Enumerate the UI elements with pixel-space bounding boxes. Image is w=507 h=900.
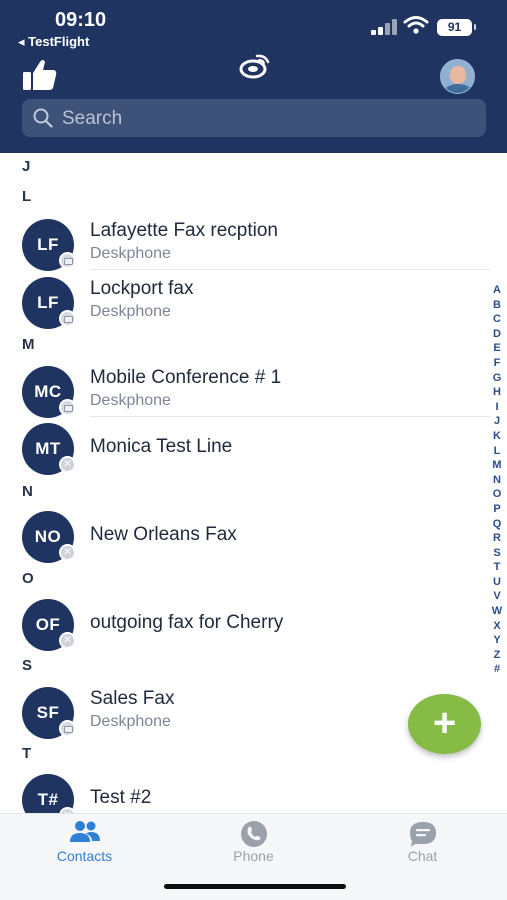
alpha-index-letter[interactable]: E: [488, 341, 506, 356]
section-header-t: T: [22, 745, 32, 762]
unavailable-badge-icon: ✕: [59, 632, 76, 649]
contact-subtitle: Deskphone: [90, 245, 171, 262]
deskphone-badge-icon: [59, 399, 76, 416]
home-indicator: [164, 884, 346, 889]
search-input[interactable]: Search: [22, 99, 486, 137]
contact-name: Lockport fax: [90, 278, 194, 299]
row-divider: [90, 269, 490, 270]
alpha-index-letter[interactable]: Q: [488, 517, 506, 532]
search-icon: [33, 108, 53, 128]
status-time: 09:10: [55, 9, 107, 31]
alpha-index-letter[interactable]: #: [488, 662, 506, 677]
wifi-icon: [403, 16, 429, 34]
contact-row[interactable]: LF Lockport fax Deskphone: [0, 273, 480, 333]
tab-contacts[interactable]: Contacts: [0, 814, 169, 874]
back-to-testflight-link[interactable]: ◂ TestFlight: [18, 34, 89, 50]
alpha-index-letter[interactable]: I: [488, 400, 506, 415]
section-header-o: O: [22, 570, 34, 587]
tab-label: Phone: [233, 848, 274, 864]
tab-phone[interactable]: Phone: [169, 814, 338, 874]
deskphone-badge-icon: [59, 252, 76, 269]
contact-row[interactable]: LF Lafayette Fax recption Deskphone: [0, 215, 480, 275]
alpha-index-letter[interactable]: U: [488, 575, 506, 590]
thumbs-up-icon[interactable]: [22, 58, 58, 92]
alpha-index-letter[interactable]: C: [488, 312, 506, 327]
contact-name: Sales Fax: [90, 688, 175, 709]
contact-name: outgoing fax for Cherry: [90, 612, 284, 633]
alpha-index-letter[interactable]: J: [488, 414, 506, 429]
section-header-n: N: [22, 483, 33, 500]
alpha-index-letter[interactable]: D: [488, 327, 506, 342]
alpha-index-letter[interactable]: S: [488, 546, 506, 561]
search-placeholder: Search: [62, 108, 123, 129]
contact-name: New Orleans Fax: [90, 524, 237, 545]
alpha-index-letter[interactable]: Y: [488, 633, 506, 648]
tab-chat[interactable]: Chat: [338, 814, 507, 874]
user-avatar[interactable]: [440, 59, 475, 94]
alpha-index-letter[interactable]: L: [488, 444, 506, 459]
add-contact-button[interactable]: +: [408, 694, 481, 754]
row-divider: [90, 416, 490, 417]
alpha-index-letter[interactable]: Z: [488, 648, 506, 663]
alpha-index-letter[interactable]: B: [488, 298, 506, 313]
alpha-index-letter[interactable]: W: [488, 604, 506, 619]
contact-row[interactable]: NO ✕ New Orleans Fax: [0, 507, 480, 567]
tab-label: Contacts: [56, 848, 113, 864]
contact-name: Monica Test Line: [90, 436, 233, 457]
alpha-index-letter[interactable]: T: [488, 560, 506, 575]
cellular-signal-icon: [371, 17, 399, 35]
alpha-index-letter[interactable]: G: [488, 371, 506, 386]
chat-icon: [410, 822, 436, 847]
alpha-index-letter[interactable]: P: [488, 502, 506, 517]
alpha-index-letter[interactable]: H: [488, 385, 506, 400]
tab-label: Chat: [407, 848, 438, 864]
alpha-index-letter[interactable]: R: [488, 531, 506, 546]
contact-subtitle: Deskphone: [90, 392, 171, 409]
contact-row[interactable]: T# ✕ Test #2: [0, 770, 480, 813]
contact-row[interactable]: MT ✕ Monica Test Line: [0, 419, 480, 479]
contact-name: Mobile Conference # 1: [90, 367, 282, 388]
alpha-index-letter[interactable]: O: [488, 487, 506, 502]
battery-icon: 91: [437, 19, 476, 36]
unavailable-badge-icon: ✕: [59, 544, 76, 561]
contact-subtitle: Deskphone: [90, 713, 171, 730]
alpha-index-letter[interactable]: F: [488, 356, 506, 371]
section-header-m: M: [22, 336, 35, 353]
contact-name: Test #2: [90, 787, 152, 808]
contact-row[interactable]: MC Mobile Conference # 1 Deskphone: [0, 362, 480, 422]
deskphone-badge-icon: [59, 720, 76, 737]
alphabet-index[interactable]: A B C D E F G H I J K L M N O P Q R S T U V W X Y Z #: [488, 283, 506, 677]
alpha-index-letter[interactable]: M: [488, 458, 506, 473]
alpha-index-letter[interactable]: N: [488, 473, 506, 488]
contact-subtitle: Deskphone: [90, 303, 171, 320]
contacts-icon: [70, 821, 100, 842]
unavailable-badge-icon: ✕: [59, 456, 76, 473]
alpha-index-letter[interactable]: X: [488, 619, 506, 634]
alpha-index-letter[interactable]: A: [488, 283, 506, 298]
deskphone-badge-icon: [59, 310, 76, 327]
contact-name: Lafayette Fax recption: [90, 220, 278, 241]
contact-row[interactable]: SF Sales Fax Deskphone: [0, 683, 480, 743]
app-header: 09:10 ◂ TestFlight 91 Search: [0, 0, 507, 153]
phone-icon: [241, 821, 267, 847]
section-header-l: L: [22, 188, 32, 205]
presence-logo-icon: [239, 54, 270, 79]
alpha-index-letter[interactable]: K: [488, 429, 506, 444]
contact-row[interactable]: OF ✕ outgoing fax for Cherry: [0, 595, 480, 655]
section-header-s: S: [22, 657, 33, 674]
section-header-j: J: [22, 158, 31, 175]
alpha-index-letter[interactable]: V: [488, 589, 506, 604]
